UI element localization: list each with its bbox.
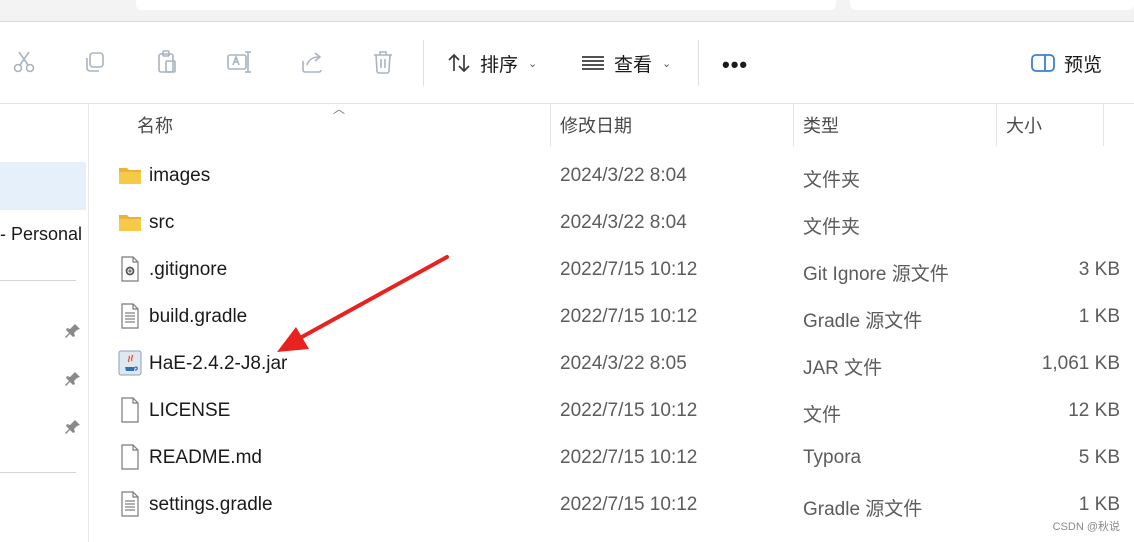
command-bar: 排序 ⌄ 查看 ⌄ ••• 预览 (0, 22, 1134, 104)
file-name: images (149, 165, 211, 186)
file-row[interactable]: .gitignore 2022/7/15 10:12 Git Ignore 源文件 3… (90, 246, 1134, 293)
file-name: README.md (149, 447, 262, 468)
file-date: 2024/3/22 8:04 (560, 212, 687, 233)
file-date: 2022/7/15 10:12 (560, 306, 698, 327)
file-name: src (149, 212, 175, 233)
file-date: 2022/7/15 10:12 (560, 259, 698, 280)
file-type: Gradle 源文件 (803, 499, 923, 520)
file-name: LICENSE (149, 400, 231, 421)
file-row[interactable]: settings.gradle 2022/7/15 10:12 Gradle 源文件… (90, 481, 1134, 528)
file-size: 1,061 KB (1041, 353, 1120, 374)
file-size: 5 KB (1078, 447, 1120, 468)
file-type: Typora (803, 447, 862, 468)
more-options-button[interactable]: ••• (722, 52, 748, 78)
file-row[interactable]: README.md 2022/7/15 10:12 Typora 5 KB (90, 434, 1134, 481)
nav-selected-item[interactable] (0, 162, 86, 210)
file-type: Git Ignore 源文件 (803, 264, 949, 285)
file-name: settings.gradle (149, 494, 273, 515)
column-header-type[interactable]: 类型 (803, 104, 839, 146)
column-header-name[interactable]: 名称 (137, 104, 173, 146)
copy-icon[interactable] (81, 48, 109, 76)
chevron-down-icon: ⌄ (528, 57, 538, 70)
nav-item-onedrive-personal[interactable]: - Personal (0, 224, 82, 245)
preview-button[interactable]: 预览 (1030, 46, 1102, 80)
file-date: 2022/7/15 10:12 (560, 447, 698, 468)
paste-icon[interactable] (153, 48, 181, 76)
nav-divider (0, 472, 76, 473)
pin-icon[interactable] (64, 322, 82, 340)
folder-icon (118, 209, 142, 235)
preview-pane-icon (1031, 54, 1055, 72)
file-date: 2022/7/15 10:12 (560, 494, 698, 515)
file-type: 文件夹 (803, 217, 861, 238)
file-row[interactable]: HaE-2.4.2-J8.jar 2024/3/22 8:05 JAR 文件 1,06… (90, 340, 1134, 387)
sort-icon (448, 53, 470, 73)
navigation-pane: - Personal (0, 104, 89, 542)
config-file-icon (118, 256, 142, 282)
file-type: 文件夹 (803, 170, 861, 191)
nav-divider (0, 280, 76, 281)
pin-icon[interactable] (64, 370, 82, 388)
file-date: 2022/7/15 10:12 (560, 400, 698, 421)
view-button[interactable]: 查看 ⌄ (580, 46, 671, 80)
view-label: 查看 (614, 54, 653, 76)
file-size: 1 KB (1078, 306, 1120, 327)
file-size: 1 KB (1078, 494, 1120, 515)
column-header-date[interactable]: 修改日期 (560, 104, 632, 146)
file-row[interactable]: LICENSE 2022/7/15 10:12 文件 12 KB (90, 387, 1134, 434)
column-header-size[interactable]: 大小 (1006, 104, 1042, 146)
file-name: HaE-2.4.2-J8.jar (149, 353, 288, 374)
share-icon[interactable] (298, 48, 326, 76)
file-row[interactable]: src 2024/3/22 8:04 文件夹 (90, 199, 1134, 246)
sort-ascending-icon: ︿ (333, 102, 346, 116)
cut-icon[interactable] (10, 48, 38, 76)
text-file-icon (118, 303, 142, 329)
preview-label: 预览 (1064, 54, 1103, 76)
sort-label: 排序 (480, 54, 519, 76)
rename-icon[interactable] (225, 48, 253, 76)
column-divider[interactable] (550, 104, 551, 146)
sort-button[interactable]: 排序 ⌄ (446, 46, 537, 80)
column-divider[interactable] (793, 104, 794, 146)
toolbar-divider (423, 40, 424, 86)
column-divider[interactable] (996, 104, 997, 146)
address-bar-area (0, 0, 1134, 22)
blank-file-icon (118, 444, 142, 470)
file-row[interactable]: images 2024/3/22 8:04 文件夹 (90, 152, 1134, 199)
file-size: 3 KB (1078, 259, 1120, 280)
java-jar-icon (118, 350, 142, 376)
file-name: build.gradle (149, 306, 248, 327)
text-file-icon (118, 491, 142, 517)
address-bar[interactable] (136, 0, 836, 10)
file-row[interactable]: build.gradle 2022/7/15 10:12 Gradle 源文件 1 K… (90, 293, 1134, 340)
toolbar-divider (698, 40, 699, 86)
file-type: 文件 (803, 405, 842, 426)
blank-file-icon (118, 397, 142, 423)
watermark: CSDN @秋说 (1052, 521, 1120, 533)
search-box[interactable] (850, 0, 1134, 10)
folder-icon (118, 162, 142, 188)
pin-icon[interactable] (64, 418, 82, 436)
delete-icon[interactable] (369, 48, 397, 76)
file-type: Gradle 源文件 (803, 311, 923, 332)
file-date: 2024/3/22 8:05 (560, 353, 687, 374)
file-type: JAR 文件 (803, 358, 883, 379)
file-name: .gitignore (149, 259, 228, 280)
chevron-down-icon: ⌄ (662, 57, 672, 70)
view-icon (582, 56, 604, 70)
file-size: 12 KB (1068, 400, 1120, 421)
column-divider[interactable] (1103, 104, 1104, 146)
file-date: 2024/3/22 8:04 (560, 165, 687, 186)
